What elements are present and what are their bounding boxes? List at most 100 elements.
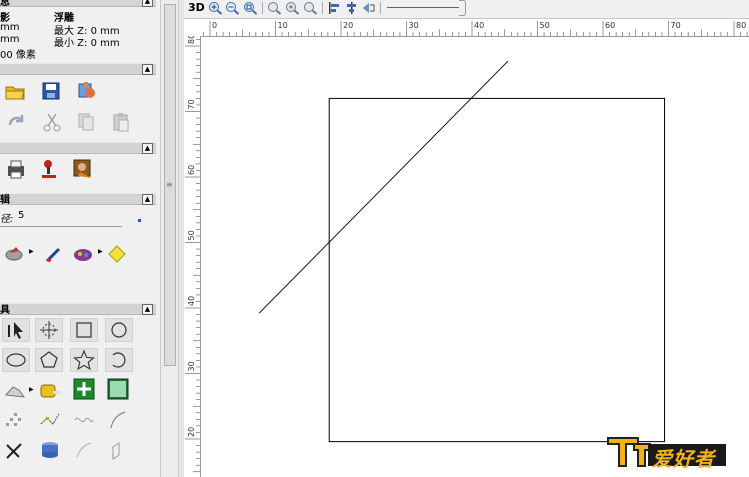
ellipse-icon <box>6 353 26 367</box>
arc-icon <box>112 352 126 368</box>
shape-tool-icon[interactable] <box>4 243 26 265</box>
paint-tool-icon[interactable] <box>73 243 95 265</box>
align-left-icon[interactable] <box>327 1 342 15</box>
radius-value[interactable]: 5 <box>18 210 24 221</box>
section-header-edit: 辑 ▲ <box>0 193 156 206</box>
ellipse-tool-button[interactable] <box>2 348 30 372</box>
horizontal-ruler: 0 10 20 30 40 50 60 70 80 <box>200 19 749 37</box>
zoom-out-icon[interactable] <box>225 1 240 15</box>
rectangle-icon <box>76 322 92 338</box>
zoom-slider-end[interactable] <box>459 0 466 16</box>
zoom-prev-icon[interactable] <box>267 1 282 15</box>
ruler-label: 50 <box>187 230 196 240</box>
ruler-label: 10 <box>278 21 288 30</box>
save-icon[interactable] <box>40 80 62 102</box>
collapse-button[interactable]: ▲ <box>142 0 153 7</box>
shape-3d-icon[interactable] <box>107 439 129 461</box>
pentagon-icon <box>40 351 58 368</box>
grip-icon: ≡ <box>166 180 173 189</box>
watermark-text: 爱好者 <box>652 447 715 471</box>
radius-slider-handle[interactable] <box>138 219 141 222</box>
watermark-logo: 爱好者 <box>604 430 734 473</box>
polygon-tool-button[interactable] <box>35 348 63 372</box>
open-folder-icon[interactable] <box>4 80 26 102</box>
star-tool-button[interactable] <box>70 348 98 372</box>
info-pixels: 00 像素 <box>0 50 36 61</box>
tape-measure-icon[interactable] <box>39 379 61 401</box>
zoom-in-icon[interactable] <box>208 1 223 15</box>
rectangle-tool-button[interactable] <box>70 318 98 342</box>
text-tool-icon[interactable] <box>107 378 129 400</box>
engraver-icon[interactable] <box>39 158 61 180</box>
select-tool-button[interactable] <box>2 318 30 342</box>
radius-label: 径: <box>0 214 14 225</box>
printer-icon[interactable] <box>5 158 27 180</box>
collapse-button[interactable]: ▲ <box>142 64 153 75</box>
path-tool-icon[interactable] <box>39 408 61 430</box>
node-edit-icon[interactable] <box>4 410 26 432</box>
section-header-machine: ▲ <box>0 142 156 154</box>
info-unit-2: mm <box>0 34 20 45</box>
copy-icon[interactable] <box>75 111 97 133</box>
circle-icon <box>111 322 127 338</box>
zoom-slider[interactable] <box>387 7 459 8</box>
knife-tool-icon[interactable] <box>4 439 26 461</box>
wave-tool-icon[interactable] <box>73 408 95 430</box>
ruler-label: 30 <box>409 21 419 30</box>
drawn-rectangle[interactable] <box>328 97 666 443</box>
ruler-label: 40 <box>474 21 484 30</box>
pen-tool-icon[interactable] <box>43 243 65 265</box>
info-unit-1: mm <box>0 22 20 33</box>
radius-slider-track[interactable] <box>0 226 122 227</box>
section-header-tools: 具 ▲ <box>0 303 156 316</box>
redo-icon[interactable] <box>6 111 28 133</box>
zoom-selection-icon[interactable] <box>285 1 300 15</box>
zoom-all-icon[interactable] <box>303 1 318 15</box>
ruler-label: 20 <box>187 427 196 437</box>
section-header-file: ▲ <box>0 63 156 75</box>
ruler-label: 70 <box>671 21 681 30</box>
import-image-icon[interactable] <box>75 80 97 102</box>
collapse-button[interactable]: ▲ <box>142 304 153 315</box>
info-min-z: 最小 Z: 0 mm <box>54 38 120 49</box>
paste-icon[interactable] <box>110 111 132 133</box>
ruler-label: 80 <box>187 36 196 44</box>
ruler-label: 60 <box>187 165 196 175</box>
add-node-icon[interactable] <box>73 378 95 400</box>
3d-view-button[interactable]: 3D <box>188 1 205 14</box>
curve-tool-icon[interactable] <box>73 439 95 461</box>
vertical-ruler: 80 70 60 50 40 30 20 <box>184 36 201 477</box>
dropdown-arrow-icon[interactable]: ▶ <box>29 386 34 393</box>
curve-edit-icon[interactable] <box>107 408 129 430</box>
flip-icon[interactable] <box>361 1 376 15</box>
arrow-cursor-icon <box>8 322 23 339</box>
ruler-label: 80 <box>736 21 746 30</box>
ruler-label: 0 <box>212 21 217 30</box>
view-toolbar: 3D <box>184 0 749 19</box>
left-panel: 息 ▲ 影 浮雕 mm 最大 Z: 0 mm mm 最小 Z: 0 mm 00 … <box>0 0 158 477</box>
transform-tool-button[interactable] <box>35 318 63 342</box>
collapse-button[interactable]: ▲ <box>142 194 153 205</box>
zoom-fit-icon[interactable] <box>243 1 258 15</box>
ruler-label: 40 <box>187 296 196 306</box>
left-panel-scrollbar[interactable]: ≡ <box>160 0 179 477</box>
circle-tool-button[interactable] <box>105 318 133 342</box>
cylinder-icon[interactable] <box>39 439 61 461</box>
ruler-corner <box>184 19 201 37</box>
dropdown-arrow-icon[interactable]: ▶ <box>98 248 103 255</box>
dropdown-arrow-icon[interactable]: ▶ <box>29 248 34 255</box>
collapse-button[interactable]: ▲ <box>142 143 153 154</box>
ruler-label: 20 <box>343 21 353 30</box>
move-icon <box>40 321 58 339</box>
fill-tool-icon[interactable] <box>106 243 128 265</box>
vector-shape-icon[interactable] <box>4 381 26 403</box>
ruler-label: 70 <box>187 99 196 109</box>
cut-icon[interactable] <box>41 111 63 133</box>
image-art-icon[interactable] <box>72 158 94 180</box>
ruler-label: 30 <box>187 361 196 371</box>
align-center-icon[interactable] <box>344 1 359 15</box>
arc-tool-button[interactable] <box>105 348 133 372</box>
ruler-label: 50 <box>540 21 550 30</box>
drawing-canvas[interactable] <box>201 37 749 477</box>
star-icon <box>73 349 95 371</box>
